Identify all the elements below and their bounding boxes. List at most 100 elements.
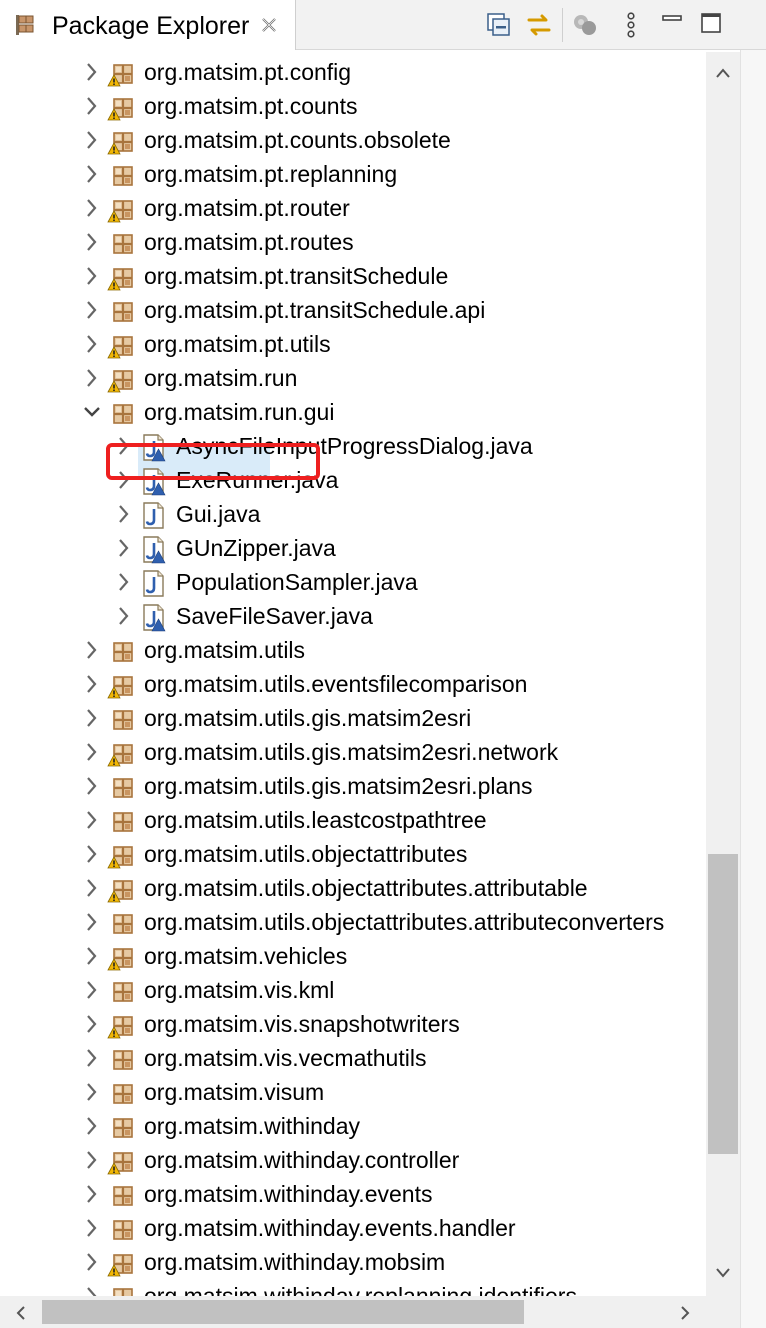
chevron-right-icon[interactable]: [80, 1284, 104, 1296]
chevron-right-icon[interactable]: [112, 536, 136, 560]
view-menu-icon[interactable]: [616, 10, 646, 40]
scroll-right-icon[interactable]: [678, 1304, 692, 1322]
view-toolbar: Package Explorer: [0, 0, 766, 50]
chevron-right-icon[interactable]: [112, 502, 136, 526]
scroll-up-icon[interactable]: [714, 66, 732, 80]
collapse-all-icon[interactable]: [484, 10, 514, 40]
tree-item-package[interactable]: org.matsim.visum: [0, 1075, 706, 1109]
chevron-right-icon[interactable]: [80, 94, 104, 118]
vertical-scroll-thumb[interactable]: [708, 854, 738, 1154]
chevron-right-icon[interactable]: [80, 332, 104, 356]
chevron-right-icon[interactable]: [80, 1046, 104, 1070]
package-warning-icon: [107, 200, 133, 223]
tree-item-package[interactable]: org.matsim.pt.replanning: [0, 157, 706, 191]
tree-item-package[interactable]: org.matsim.vehicles: [0, 939, 706, 973]
tree-item-package[interactable]: org.matsim.vis.snapshotwriters: [0, 1007, 706, 1041]
tree-item-package[interactable]: org.matsim.pt.utils: [0, 327, 706, 361]
tab-package-explorer[interactable]: Package Explorer: [0, 0, 296, 50]
scroll-down-icon[interactable]: [714, 1266, 732, 1280]
package-icon: [113, 642, 133, 662]
chevron-right-icon[interactable]: [80, 1080, 104, 1104]
chevron-right-icon[interactable]: [80, 740, 104, 764]
tree-item-package[interactable]: org.matsim.utils.gis.matsim2esri.plans: [0, 769, 706, 803]
chevron-right-icon[interactable]: [80, 1114, 104, 1138]
tree-item-java-file[interactable]: PopulationSampler.java: [0, 565, 706, 599]
chevron-right-icon[interactable]: [80, 978, 104, 1002]
chevron-right-icon[interactable]: [112, 604, 136, 628]
chevron-right-icon[interactable]: [80, 264, 104, 288]
chevron-right-icon[interactable]: [80, 910, 104, 934]
chevron-right-icon[interactable]: [80, 196, 104, 220]
tree-item-label: PopulationSampler.java: [176, 569, 418, 595]
tree-item-java-file[interactable]: SaveFileSaver.java: [0, 599, 706, 633]
tree-item-package[interactable]: org.matsim.pt.transitSchedule.api: [0, 293, 706, 327]
chevron-right-icon[interactable]: [80, 298, 104, 322]
chevron-right-icon[interactable]: [80, 162, 104, 186]
tree-item-package[interactable]: org.matsim.utils.gis.matsim2esri: [0, 701, 706, 735]
chevron-right-icon[interactable]: [112, 570, 136, 594]
package-tree[interactable]: org.matsim.pt.config org.matsim.pt.counts…: [0, 52, 706, 1296]
chevron-right-icon[interactable]: [80, 366, 104, 390]
link-with-editor-icon[interactable]: [524, 10, 554, 40]
tree-item-package[interactable]: org.matsim.withinday.replanning.identifi…: [0, 1279, 706, 1296]
chevron-right-icon[interactable]: [80, 1182, 104, 1206]
tree-item-package[interactable]: org.matsim.utils.objectattributes: [0, 837, 706, 871]
chevron-right-icon[interactable]: [80, 1012, 104, 1036]
tree-item-package[interactable]: org.matsim.pt.router: [0, 191, 706, 225]
tree-item-package[interactable]: org.matsim.utils.leastcostpathtree: [0, 803, 706, 837]
tree-item-package[interactable]: org.matsim.vis.kml: [0, 973, 706, 1007]
chevron-right-icon[interactable]: [80, 808, 104, 832]
tree-item-package[interactable]: org.matsim.withinday.mobsim: [0, 1245, 706, 1279]
horizontal-scroll-thumb[interactable]: [42, 1300, 524, 1324]
tree-item-package[interactable]: org.matsim.run: [0, 361, 706, 395]
tree-item-package[interactable]: org.matsim.withinday: [0, 1109, 706, 1143]
tree-item-package[interactable]: org.matsim.pt.config: [0, 55, 706, 89]
chevron-right-icon[interactable]: [80, 128, 104, 152]
tree-item-package[interactable]: org.matsim.utils.objectattributes.attrib…: [0, 871, 706, 905]
package-icon: [113, 1288, 133, 1296]
tree-item-package[interactable]: org.matsim.pt.counts: [0, 89, 706, 123]
package-warning-icon: [107, 948, 133, 971]
tree-item-package[interactable]: org.matsim.pt.counts.obsolete: [0, 123, 706, 157]
chevron-right-icon[interactable]: [80, 1148, 104, 1172]
tree-item-package[interactable]: org.matsim.withinday.events: [0, 1177, 706, 1211]
tree-item-package[interactable]: org.matsim.pt.routes: [0, 225, 706, 259]
tree-item-package[interactable]: org.matsim.pt.transitSchedule: [0, 259, 706, 293]
horizontal-scrollbar[interactable]: [0, 1296, 706, 1328]
maximize-icon[interactable]: [698, 10, 728, 40]
chevron-right-icon[interactable]: [80, 1250, 104, 1274]
chevron-right-icon[interactable]: [80, 672, 104, 696]
chevron-right-icon[interactable]: [80, 60, 104, 84]
tree-item-package[interactable]: org.matsim.utils.gis.matsim2esri.network: [0, 735, 706, 769]
tree-item-label: org.matsim.pt.replanning: [144, 161, 398, 187]
tree-item-package[interactable]: org.matsim.withinday.controller: [0, 1143, 706, 1177]
chevron-right-icon[interactable]: [80, 638, 104, 662]
chevron-right-icon[interactable]: [80, 1216, 104, 1240]
close-icon[interactable]: [260, 16, 278, 34]
scroll-left-icon[interactable]: [14, 1304, 28, 1322]
chevron-right-icon[interactable]: [80, 230, 104, 254]
tree-item-label: org.matsim.vis.kml: [144, 977, 335, 1003]
tree-item-package[interactable]: org.matsim.utils: [0, 633, 706, 667]
tree-item-java-file[interactable]: Gui.java: [0, 497, 706, 531]
tree-item-package[interactable]: org.matsim.utils.eventsfilecomparison: [0, 667, 706, 701]
tree-item-package[interactable]: org.matsim.run.gui: [0, 395, 706, 429]
chevron-right-icon[interactable]: [80, 944, 104, 968]
chevron-right-icon[interactable]: [80, 842, 104, 866]
focus-icon[interactable]: [570, 10, 600, 40]
chevron-right-icon[interactable]: [80, 876, 104, 900]
tree-item-label: org.matsim.withinday.replanning.identifi…: [144, 1283, 577, 1296]
chevron-right-icon[interactable]: [80, 706, 104, 730]
tree-item-package[interactable]: org.matsim.utils.objectattributes.attrib…: [0, 905, 706, 939]
tree-item-java-file[interactable]: GUnZipper.java: [0, 531, 706, 565]
package-icon: [113, 302, 133, 322]
package-warning-icon: [107, 98, 133, 121]
tree-item-package[interactable]: org.matsim.withinday.events.handler: [0, 1211, 706, 1245]
tree-item-package[interactable]: org.matsim.vis.vecmathutils: [0, 1041, 706, 1075]
vertical-scrollbar[interactable]: [706, 52, 740, 1296]
package-warning-icon: [107, 1254, 133, 1277]
tree-item-label: org.matsim.withinday.events.handler: [144, 1215, 516, 1241]
minimize-icon[interactable]: [658, 10, 688, 40]
chevron-right-icon[interactable]: [80, 774, 104, 798]
chevron-down-icon[interactable]: [80, 400, 104, 424]
